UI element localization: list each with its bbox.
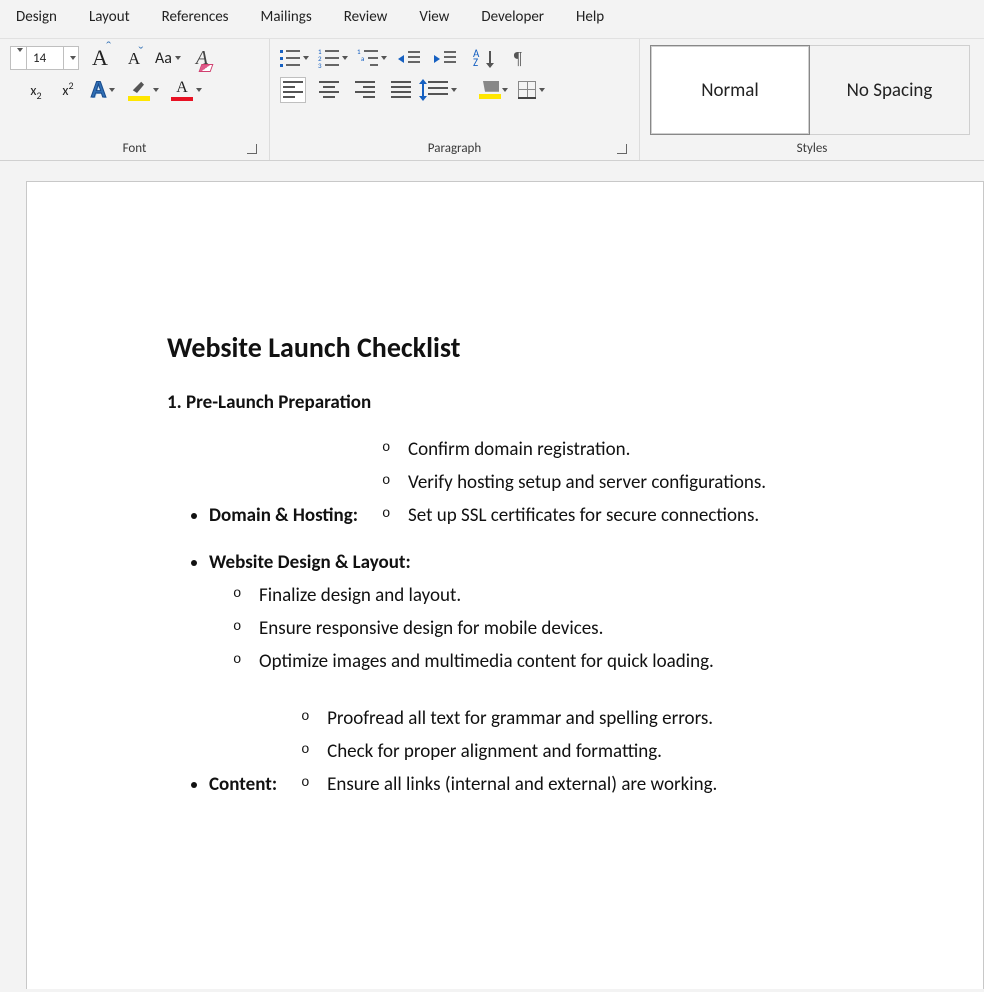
borders-button[interactable]	[518, 77, 545, 103]
tab-help[interactable]: Help	[570, 4, 610, 30]
font-color-button[interactable]: A	[171, 77, 202, 103]
list-item[interactable]: Finalize design and layout.	[259, 584, 714, 607]
align-right-button[interactable]	[352, 77, 378, 103]
section-heading[interactable]: 1. Pre-Launch Preparation	[167, 391, 863, 414]
shading-button[interactable]	[479, 77, 508, 103]
bullets-button[interactable]	[280, 45, 309, 71]
shading-icon	[479, 81, 499, 99]
font-size-combo[interactable]: 14	[10, 46, 79, 70]
page[interactable]: Website Launch Checklist 1. Pre-Launch P…	[26, 181, 984, 989]
sub-list[interactable]: Proofread all text for grammar and spell…	[277, 697, 717, 806]
list-item[interactable]: Set up SSL certificates for secure conne…	[408, 504, 766, 527]
line-spacing-icon	[428, 81, 448, 99]
multilevel-list-icon: 1 a	[358, 49, 378, 67]
superscript-button[interactable]: x2	[58, 79, 78, 101]
align-right-icon	[355, 81, 375, 99]
sort-icon	[473, 49, 491, 67]
increase-indent-button[interactable]	[433, 45, 459, 71]
highlight-button[interactable]	[128, 77, 159, 103]
ribbon-tabs: Design Layout References Mailings Review…	[0, 0, 984, 39]
clear-formatting-button[interactable]: A	[189, 45, 215, 71]
borders-icon	[518, 81, 536, 99]
list-item[interactable]: Verify hosting setup and server configur…	[408, 471, 766, 494]
highlight-icon	[128, 79, 150, 101]
grow-font-button[interactable]: A	[87, 45, 113, 71]
shrink-font-button[interactable]: A	[121, 45, 147, 71]
font-size-value[interactable]: 14	[27, 49, 63, 68]
list-item-heading[interactable]: Website Design & Layout:Finalize design …	[209, 551, 863, 683]
document-canvas[interactable]: Website Launch Checklist 1. Pre-Launch P…	[0, 161, 984, 989]
list-item[interactable]: Ensure all links (internal and external)…	[327, 773, 717, 796]
bullets-icon	[280, 49, 300, 67]
font-size-dropdown-icon[interactable]	[64, 56, 78, 60]
list-item[interactable]: Confirm domain registration.	[408, 438, 766, 461]
list-item[interactable]: Proofread all text for grammar and spell…	[327, 707, 717, 730]
justify-button[interactable]	[388, 77, 414, 103]
font-name-dropdown-icon[interactable]	[11, 52, 26, 65]
show-marks-button[interactable]: ¶	[505, 45, 531, 71]
list-item[interactable]: Check for proper alignment and formattin…	[327, 740, 717, 763]
doc-title[interactable]: Website Launch Checklist	[167, 330, 863, 365]
align-left-button[interactable]	[280, 77, 306, 103]
align-center-icon	[319, 81, 339, 99]
superscript-icon: x2	[62, 82, 73, 99]
shrink-font-icon: A	[128, 50, 140, 67]
style-normal[interactable]: Normal	[650, 45, 810, 135]
style-no-spacing[interactable]: No Spacing	[810, 45, 970, 135]
list-item[interactable]: Optimize images and multimedia content f…	[259, 650, 714, 673]
grow-font-icon: A	[92, 47, 108, 69]
group-font: 14 A A Aa A x	[0, 39, 270, 160]
group-styles: Normal No Spacing Styles	[640, 39, 984, 160]
sort-button[interactable]	[469, 45, 495, 71]
change-case-icon: Aa	[155, 49, 172, 68]
decrease-indent-button[interactable]	[397, 45, 423, 71]
tab-view[interactable]: View	[413, 4, 455, 30]
change-case-button[interactable]: Aa	[155, 45, 181, 71]
tab-references[interactable]: References	[156, 4, 235, 30]
align-left-icon	[283, 81, 303, 99]
group-font-label[interactable]: Font	[10, 135, 259, 156]
sub-list[interactable]: Confirm domain registration. Verify hosti…	[358, 428, 766, 537]
ribbon: 14 A A Aa A x	[0, 39, 984, 161]
decrease-indent-icon	[400, 49, 420, 67]
tab-developer[interactable]: Developer	[475, 4, 550, 30]
text-effects-icon: A	[91, 77, 107, 103]
increase-indent-icon	[436, 49, 456, 67]
group-paragraph: 1 2 3 1 a	[270, 39, 640, 160]
list-item-heading[interactable]: Domain & Hosting:Confirm domain registra…	[209, 428, 863, 537]
clear-formatting-icon: A	[196, 47, 208, 70]
sub-list[interactable]: Finalize design and layout. Ensure respon…	[209, 574, 714, 683]
multilevel-list-button[interactable]: 1 a	[358, 45, 387, 71]
list-item[interactable]: Ensure responsive design for mobile devi…	[259, 617, 714, 640]
tab-review[interactable]: Review	[338, 4, 394, 30]
line-spacing-button[interactable]	[428, 77, 457, 103]
subscript-button[interactable]: x2	[26, 79, 46, 101]
tab-layout[interactable]: Layout	[83, 4, 136, 30]
numbering-button[interactable]: 1 2 3	[319, 45, 348, 71]
font-color-icon: A	[171, 79, 193, 101]
text-effects-button[interactable]: A	[90, 77, 116, 103]
subscript-icon: x2	[30, 82, 41, 99]
tab-mailings[interactable]: Mailings	[255, 4, 318, 30]
bullet-list[interactable]: Domain & Hosting:Confirm domain registra…	[167, 428, 863, 806]
numbering-icon: 1 2 3	[319, 49, 339, 67]
group-paragraph-label[interactable]: Paragraph	[280, 135, 629, 156]
group-styles-label: Styles	[650, 135, 974, 156]
justify-icon	[391, 81, 411, 99]
pilcrow-icon: ¶	[514, 48, 522, 69]
tab-design[interactable]: Design	[10, 4, 63, 30]
align-center-button[interactable]	[316, 77, 342, 103]
list-item-heading[interactable]: Content:Proofread all text for grammar a…	[209, 697, 863, 806]
